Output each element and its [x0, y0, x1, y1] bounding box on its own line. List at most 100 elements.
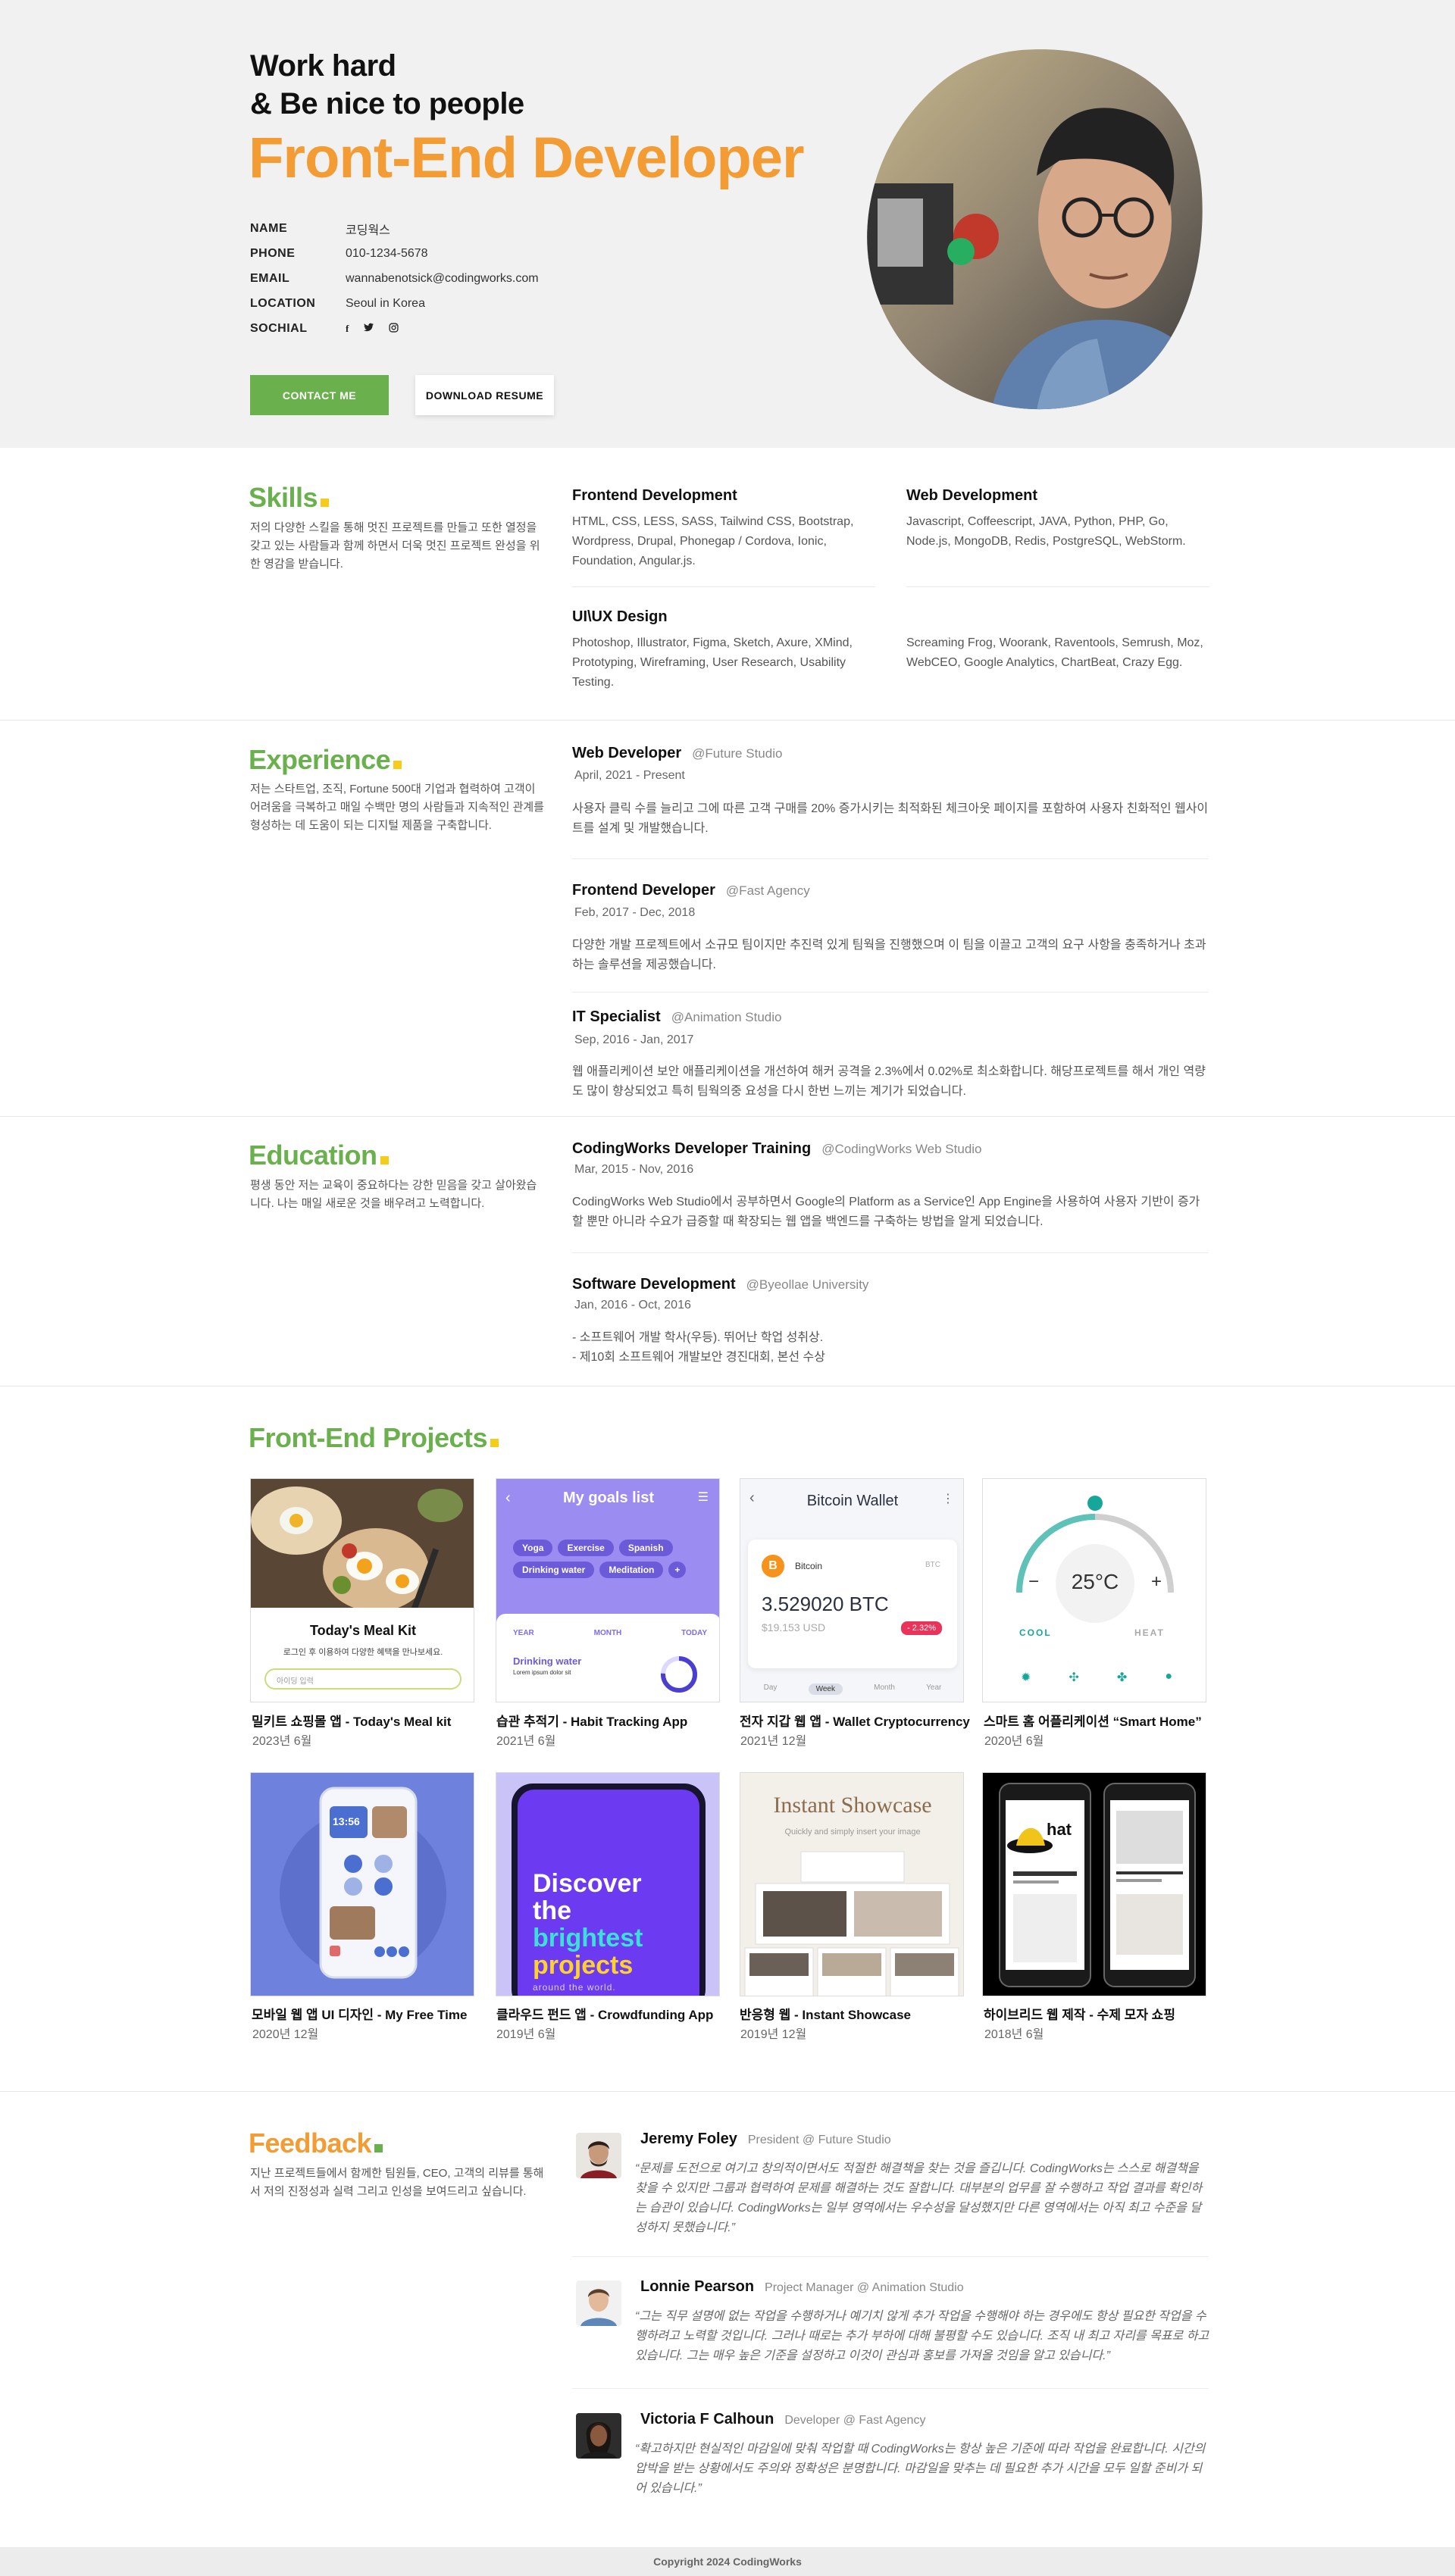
divider: [572, 992, 1209, 993]
profile-photo: [867, 49, 1203, 410]
job-title: Web Developer: [572, 745, 682, 761]
add-goal-tag: +: [668, 1562, 687, 1578]
skill-text: Javascript, Coffeescript, JAVA, Python, …: [906, 515, 1186, 548]
goal-item-text: Lorem ipsum dolor sit: [513, 1669, 571, 1676]
project-title[interactable]: 하이브리드 웹 제작 - 수제 모자 쇼핑: [984, 2004, 1219, 2023]
project-title[interactable]: 전자 지갑 웹 앱 - Wallet Cryptocurrency: [740, 1711, 975, 1730]
hero-tagline: Work hard & Be nice to people: [250, 47, 524, 123]
avatar: [576, 2413, 621, 2459]
project-card-habit-tracking[interactable]: ‹ My goals list ☰ Yoga Exercise Spanish …: [496, 1478, 720, 1702]
project-card-smart-home[interactable]: 25°C − + COOL HEAT ✹ ✣ ✤ ●: [982, 1478, 1206, 1702]
period-tab: Year: [926, 1683, 942, 1692]
heading-text: Education: [249, 1140, 377, 1171]
discover-headline: Discover the brightest projects: [533, 1870, 643, 1979]
divider: [572, 586, 875, 587]
free-time-thumbnail: [280, 1787, 446, 1979]
project-title[interactable]: 클라우드 펀드 앱 - Crowdfunding App: [496, 2004, 731, 2023]
section-divider: [0, 720, 1455, 721]
heading-dot: [393, 761, 402, 769]
education-description: CodingWorks Web Studio에서 공부하면서 Google의 P…: [572, 1196, 1200, 1228]
feedback-heading: Feedback: [249, 2127, 383, 2159]
project-title[interactable]: 스마트 홈 어플리케이션 “Smart Home”: [984, 1711, 1219, 1730]
menu-icon: ☰: [697, 1491, 709, 1504]
wallet-change: - 2.32%: [901, 1621, 942, 1635]
goals-tabs: YEAR MONTH TODAY: [513, 1629, 707, 1637]
reviewer-name: Victoria F Calhoun Developer @ Fast Agenc…: [640, 2411, 925, 2428]
heading-dot: [490, 1439, 499, 1447]
name-text: Lonnie Pearson: [640, 2278, 755, 2295]
education-item-title: CodingWorks Developer Training @CodingWor…: [572, 1140, 982, 1158]
period-tab-active: Week: [808, 1683, 843, 1695]
heading-dot: [374, 2144, 383, 2152]
reviewer-role: Project Manager @ Animation Studio: [765, 2281, 964, 2294]
info-label: EMAIL: [250, 271, 290, 285]
goal-tab: MONTH: [593, 1629, 622, 1637]
headline-line: Discover: [533, 1869, 642, 1898]
project-card-wallet[interactable]: ‹ Bitcoin Wallet ⋮ B Bitcoin BTC 3.52902…: [740, 1478, 964, 1702]
reviewer-role: Developer @ Fast Agency: [784, 2414, 926, 2427]
discover-subline: around the world.: [533, 1982, 616, 1993]
experience-item-title: Frontend Developer @Fast Agency: [572, 882, 810, 899]
goal-tab: YEAR: [513, 1629, 534, 1637]
skills-heading: Skills: [249, 482, 330, 514]
goal-tag: Drinking water: [513, 1562, 595, 1578]
copyright-text: Copyright 2024 CodingWorks: [653, 2556, 802, 2568]
reviewer-role: President @ Future Studio: [747, 2134, 891, 2146]
headline-line: brightest: [533, 1924, 643, 1952]
thermostat-temp: 25°C: [1071, 1570, 1119, 1593]
education-description-line: - 제10회 소프트웨어 개발보안 경진대회, 본선 수상: [572, 1351, 825, 1364]
project-card-showcase[interactable]: Instant Showcase Quickly and simply inse…: [740, 1772, 964, 1996]
wallet-code: BTC: [925, 1561, 940, 1569]
project-date: 2019년 12월: [740, 2028, 807, 2041]
footer: Copyright 2024 CodingWorks: [0, 2547, 1455, 2576]
project-date: 2021년 12월: [740, 1735, 807, 1748]
goal-tag: Exercise: [558, 1540, 614, 1556]
project-card-free-time[interactable]: 13:56: [250, 1772, 474, 1996]
heading-text: Front-End Projects: [249, 1422, 488, 1453]
increase-temp-button: +: [1151, 1571, 1162, 1592]
divider: [572, 1252, 1209, 1253]
divider: [572, 2256, 1209, 2257]
project-card-crowdfunding[interactable]: Discover the brightest projects around t…: [496, 1772, 720, 1996]
project-title[interactable]: 습관 추적기 - Habit Tracking App: [496, 1711, 731, 1730]
instagram-icon[interactable]: [389, 322, 399, 335]
feedback-description: 지난 프로젝트들에서 함께한 팀원들, CEO, 고객의 리뷰를 통해서 저의 …: [250, 2167, 544, 2198]
project-date: 2019년 6월: [496, 2028, 556, 2041]
snow-icon: ✤: [1116, 1671, 1128, 1684]
mode-icons: ✹ ✣ ✤ ●: [1021, 1670, 1172, 1685]
project-title[interactable]: 반응형 웹 - Instant Showcase: [740, 2004, 975, 2023]
contact-me-button[interactable]: CONTACT ME: [250, 375, 389, 415]
info-row-email: EMAIL wannabenotsick@codingworks.com: [250, 266, 539, 291]
project-date: 2018년 6월: [984, 2028, 1044, 2041]
period-tab: Day: [763, 1683, 778, 1692]
meal-kit-title: Today's Meal Kit: [310, 1623, 416, 1638]
project-title[interactable]: 밀키트 쇼핑몰 앱 - Today's Meal kit: [252, 1711, 487, 1730]
showcase-mockups: [744, 1851, 959, 1996]
goal-item-title: Drinking water: [513, 1655, 582, 1667]
info-value: Seoul in Korea: [346, 296, 425, 310]
project-card-hat-shop[interactable]: hat: [982, 1772, 1206, 1996]
wallet-periods: Day Week Month Year: [748, 1683, 957, 1695]
facebook-icon[interactable]: f: [346, 323, 349, 335]
review-quote: “확고하지만 현실적인 마감일에 맞춰 작업할 때 CodingWorks는 항…: [635, 2443, 1206, 2495]
project-date: 2020년 6월: [984, 1735, 1044, 1748]
hero-title: Front-End Developer: [249, 126, 805, 190]
project-title[interactable]: 모바일 웹 앱 UI 디자인 - My Free Time: [252, 2004, 487, 2023]
project-card-meal-kit[interactable]: Today's Meal Kit 로그인 후 이용하여 다양한 혜택을 만나보세…: [250, 1478, 474, 1702]
education-date: Jan, 2016 - Oct, 2016: [574, 1299, 691, 1311]
company: @Animation Studio: [671, 1010, 782, 1024]
twitter-icon[interactable]: [364, 323, 374, 335]
info-value: 010-1234-5678: [346, 246, 428, 260]
profile-info: NAME 코딩웍스 PHONE 010-1234-5678 EMAIL wann…: [250, 216, 539, 341]
download-resume-button[interactable]: DOWNLOAD RESUME: [415, 375, 554, 415]
education-description: 평생 동안 저는 교육이 중요하다는 강한 믿음을 갖고 살아왔습니다. 나는 …: [250, 1179, 537, 1210]
section-divider: [0, 2091, 1455, 2092]
free-time-clock: 13:56: [333, 1815, 360, 1827]
institution: @CodingWorks Web Studio: [821, 1142, 982, 1156]
info-label: LOCATION: [250, 296, 316, 310]
reviewer-name: Jeremy Foley President @ Future Studio: [640, 2131, 891, 2148]
heading-dot: [380, 1156, 389, 1165]
section-divider: [0, 1116, 1455, 1117]
headline-line: projects: [533, 1951, 634, 1980]
meal-kit-input: 아이딩 입력: [264, 1668, 462, 1690]
